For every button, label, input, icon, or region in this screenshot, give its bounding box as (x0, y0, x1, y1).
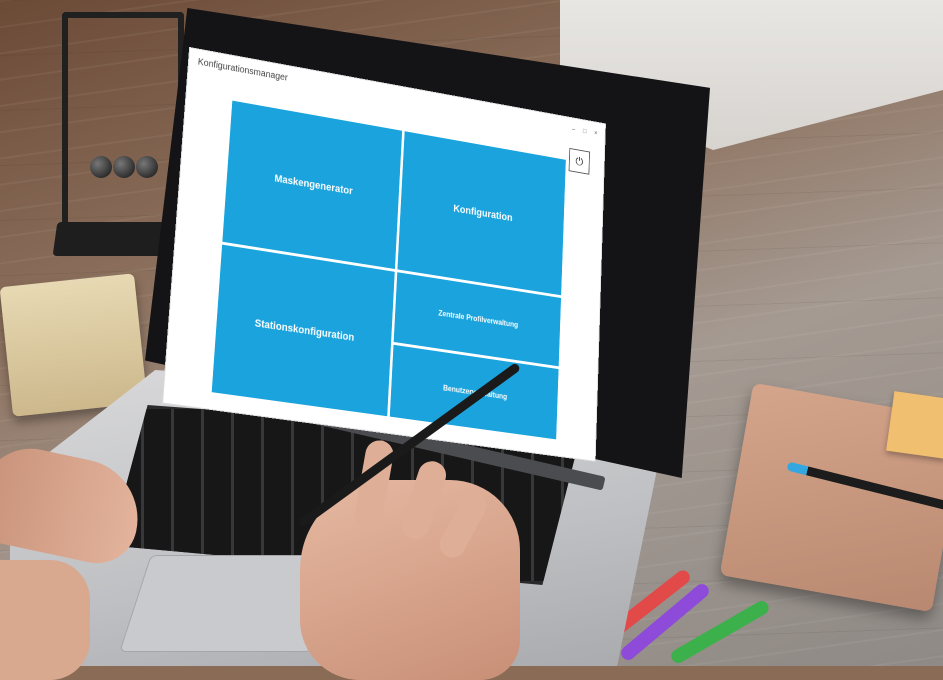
cradle-ball (90, 156, 112, 178)
close-icon[interactable]: × (593, 130, 599, 137)
sticky-notes (886, 391, 943, 459)
window-title: Konfigurationsmanager (197, 56, 288, 84)
tile-label: Zentrale Profilverwaltung (438, 309, 519, 330)
power-button[interactable]: ⏻ (568, 147, 591, 175)
right-hand (300, 438, 520, 680)
laptop-screen: Konfigurationsmanager – □ × ⏻ Maskengene… (163, 20, 670, 461)
tile-grid: Maskengenerator Konfiguration Stationsko… (211, 100, 566, 440)
tile-label: Maskengenerator (274, 172, 354, 198)
left-arm (0, 560, 90, 680)
window-controls: – □ × (571, 126, 599, 137)
cradle-ball (136, 156, 158, 178)
tile-konfiguration[interactable]: Konfiguration (397, 131, 566, 295)
tile-label: Stationskonfiguration (254, 317, 355, 344)
power-icon: ⏻ (575, 154, 584, 168)
cradle-ball (113, 156, 135, 178)
app-window: Konfigurationsmanager – □ × ⏻ Maskengene… (163, 48, 606, 461)
maximize-icon[interactable]: □ (582, 128, 588, 135)
tile-stationskonfiguration[interactable]: Stationskonfiguration (211, 244, 395, 417)
tile-maskengenerator[interactable]: Maskengenerator (222, 100, 402, 269)
newtons-cradle-base (52, 222, 173, 256)
minimize-icon[interactable]: – (571, 126, 577, 133)
tile-label: Konfiguration (453, 202, 513, 224)
